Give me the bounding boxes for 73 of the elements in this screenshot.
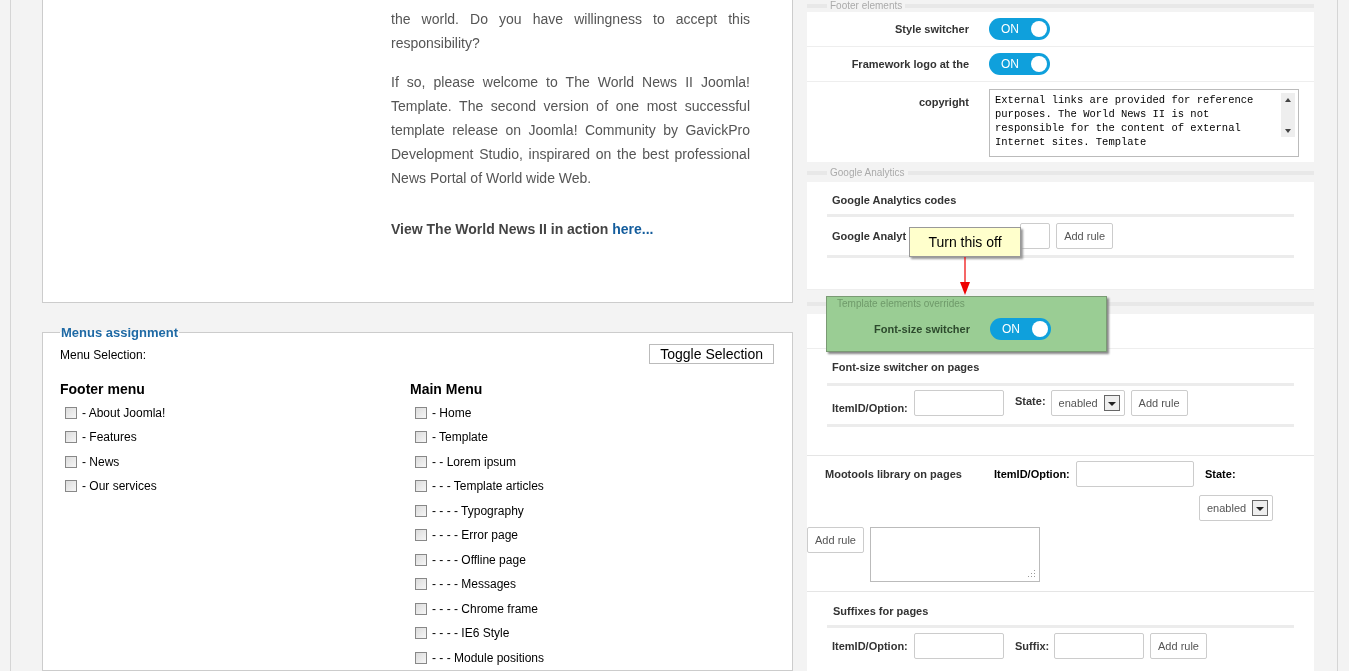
setting-label: Suffix:	[1015, 638, 1051, 654]
section-heading: Google Analytics codes	[831, 193, 958, 208]
intro-cta: View The World News II in action here...	[391, 220, 655, 239]
section-legend: Footer elements	[827, 0, 906, 12]
section-legend: Google Analytics	[827, 167, 908, 179]
fieldset-legend: Menus assignment	[60, 323, 180, 343]
setting-label: State:	[1015, 393, 1046, 409]
checkbox[interactable]	[415, 406, 427, 419]
add-rule-button[interactable]: Add rule	[1150, 633, 1207, 659]
menu-selection-label: Menu Selection:	[60, 346, 147, 364]
input-field[interactable]	[1020, 223, 1051, 249]
menu-item-label: - - - - IE6 Style	[432, 625, 510, 643]
menu-title: Footer menu	[60, 379, 146, 399]
menu-item-label: - - - - Chrome frame	[432, 600, 538, 618]
setting-label: Mootools library on pages	[825, 466, 963, 482]
checkbox[interactable]	[65, 480, 77, 493]
checkbox[interactable]	[65, 406, 77, 419]
setting-label: Google Analyt	[832, 228, 907, 244]
add-rule-button[interactable]: Add rule	[1130, 390, 1188, 416]
menu-item-label: - - - Module positions	[432, 649, 545, 667]
intro-paragraph: the world. Do you have willingness to accept this responsibility?	[391, 10, 750, 53]
checkbox[interactable]	[415, 651, 427, 664]
checkbox[interactable]	[415, 529, 427, 542]
checkbox[interactable]	[415, 627, 427, 640]
setting-label: Style switcher	[894, 21, 969, 37]
toggle-selection-button[interactable]: Toggle Selection	[649, 343, 774, 364]
checkbox[interactable]	[415, 455, 427, 468]
checkbox[interactable]	[415, 602, 427, 615]
menu-item-label: - Our services	[82, 478, 157, 496]
setting-label: Framework logo at the	[850, 56, 969, 72]
checkbox[interactable]	[65, 455, 77, 468]
scrollbar-icon	[1281, 93, 1295, 137]
checkbox[interactable]	[415, 504, 427, 517]
menu-item-label: - Home	[432, 404, 472, 422]
setting-label: copyright	[917, 95, 969, 110]
state-select[interactable]: enabled	[1199, 495, 1273, 521]
resize-grip-icon	[1027, 569, 1036, 578]
menu-item-label: - About Joomla!	[82, 404, 166, 422]
menu-title: Main Menu	[410, 379, 484, 399]
add-rule-button[interactable]: Add rule	[807, 527, 864, 553]
input-field[interactable]	[914, 633, 1004, 659]
setting-label: Font-size switcher	[873, 321, 970, 337]
menu-item-label: - - - - Typography	[432, 502, 524, 520]
checkbox[interactable]	[415, 431, 427, 444]
menu-item-label: - Features	[82, 429, 137, 447]
input-field[interactable]	[914, 390, 1004, 416]
checkbox[interactable]	[415, 480, 427, 493]
menu-item-label: - - - Template articles	[432, 478, 544, 496]
input-field[interactable]	[1054, 633, 1144, 659]
menu-item-label: - News	[82, 453, 120, 471]
setting-label: ItemID/Option:	[832, 400, 909, 416]
input-field[interactable]	[1076, 461, 1194, 487]
section-heading: Font-size switcher on pages	[831, 360, 981, 375]
checkbox[interactable]	[65, 431, 77, 444]
setting-label: ItemID/Option:	[832, 638, 909, 654]
setting-label: State:	[1205, 466, 1236, 482]
menu-item-label: - - - - Offline page	[432, 551, 526, 569]
state-select[interactable]: enabled	[1050, 390, 1125, 416]
menu-item-label: - - - - Error page	[432, 527, 518, 545]
here-link[interactable]: here...	[612, 221, 654, 237]
setting-label: ItemID/Option:	[994, 466, 1071, 482]
checkbox[interactable]	[415, 578, 427, 591]
arrow-icon	[959, 257, 971, 296]
tooltip: Turn this off	[909, 227, 1021, 257]
intro-paragraph: If so, please welcome to The World News II Joomla! Template. The second version of one most successful template release on Joomla! Community by GavickPro Development Studio, inspirared on the best professional News Portal of World wide Web.	[391, 73, 750, 188]
menu-item-label: - Template	[432, 429, 488, 447]
section-heading: Suffixes for pages	[832, 604, 930, 619]
menu-item-label: - - - - Messages	[432, 576, 516, 594]
menu-item-label: - - Lorem ipsum	[432, 453, 517, 471]
textarea-field[interactable]	[870, 527, 1040, 582]
checkbox[interactable]	[415, 553, 427, 566]
copyright-textarea[interactable]: External links are provided for reference purposes. The World News II is not responsible for the content of external Internet sites. Template	[989, 89, 1299, 157]
add-rule-button[interactable]: Add rule	[1056, 223, 1114, 249]
